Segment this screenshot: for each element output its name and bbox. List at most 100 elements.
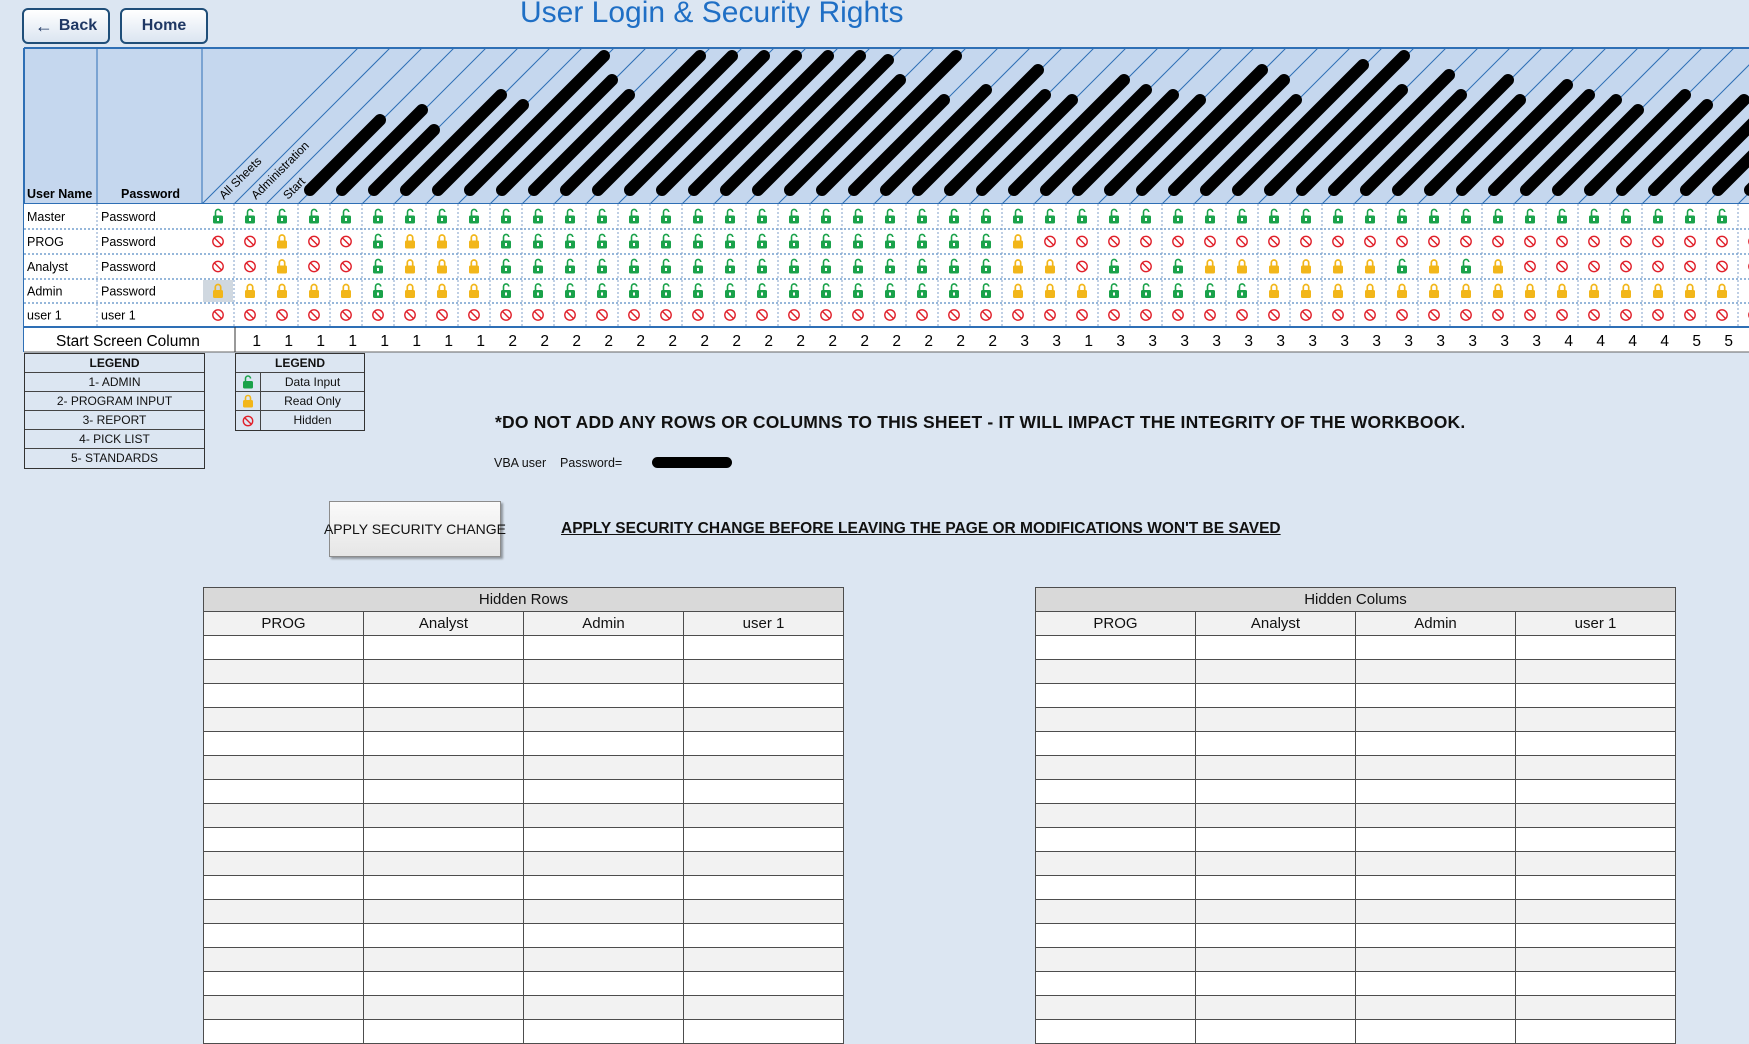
table-cell[interactable] — [1036, 972, 1196, 996]
table-cell[interactable] — [684, 972, 844, 996]
start-screen-value[interactable]: 2 — [508, 333, 517, 350]
table-cell[interactable] — [1516, 948, 1676, 972]
table-cell[interactable] — [1036, 660, 1196, 684]
table-cell[interactable] — [1516, 636, 1676, 660]
table-cell[interactable] — [524, 876, 684, 900]
start-screen-value[interactable]: 1 — [476, 333, 485, 350]
table-cell[interactable] — [364, 1020, 524, 1044]
start-screen-value[interactable]: 2 — [988, 333, 997, 350]
password-cell[interactable]: Password — [101, 210, 156, 224]
table-cell[interactable] — [1196, 948, 1356, 972]
table-cell[interactable] — [524, 972, 684, 996]
table-cell[interactable] — [364, 948, 524, 972]
start-screen-value[interactable]: 4 — [1628, 333, 1637, 350]
table-cell[interactable] — [524, 636, 684, 660]
table-cell[interactable] — [364, 804, 524, 828]
table-cell[interactable] — [364, 732, 524, 756]
table-cell[interactable] — [204, 852, 364, 876]
start-screen-value[interactable]: 3 — [1404, 333, 1413, 350]
table-cell[interactable] — [1196, 972, 1356, 996]
start-screen-value[interactable]: 5 — [1724, 333, 1733, 350]
start-screen-value[interactable]: 4 — [1564, 333, 1573, 350]
table-cell[interactable] — [1036, 828, 1196, 852]
table-cell[interactable] — [1036, 756, 1196, 780]
table-cell[interactable] — [1516, 972, 1676, 996]
table-cell[interactable] — [204, 972, 364, 996]
table-cell[interactable] — [524, 828, 684, 852]
start-screen-value[interactable]: 3 — [1468, 333, 1477, 350]
start-screen-value[interactable]: 1 — [380, 333, 389, 350]
start-screen-value[interactable]: 2 — [892, 333, 901, 350]
table-cell[interactable] — [1036, 876, 1196, 900]
table-cell[interactable] — [1196, 660, 1356, 684]
table-cell[interactable] — [1356, 804, 1516, 828]
start-screen-value[interactable]: 3 — [1020, 333, 1029, 350]
table-cell[interactable] — [524, 732, 684, 756]
start-screen-value[interactable]: 3 — [1372, 333, 1381, 350]
start-screen-value[interactable]: 2 — [604, 333, 613, 350]
start-screen-value[interactable]: 3 — [1180, 333, 1189, 350]
table-cell[interactable] — [364, 708, 524, 732]
table-cell[interactable] — [1356, 948, 1516, 972]
start-screen-value[interactable]: 1 — [316, 333, 325, 350]
table-cell[interactable] — [364, 900, 524, 924]
table-cell[interactable] — [1036, 780, 1196, 804]
start-screen-value[interactable]: 2 — [924, 333, 933, 350]
start-screen-value[interactable]: 2 — [636, 333, 645, 350]
table-cell[interactable] — [684, 900, 844, 924]
start-screen-value[interactable]: 1 — [284, 333, 293, 350]
table-cell[interactable] — [1196, 996, 1356, 1020]
start-screen-value[interactable]: 4 — [1660, 333, 1669, 350]
table-cell[interactable] — [1356, 636, 1516, 660]
table-cell[interactable] — [1196, 900, 1356, 924]
table-cell[interactable] — [1516, 924, 1676, 948]
table-cell[interactable] — [1356, 828, 1516, 852]
table-cell[interactable] — [204, 636, 364, 660]
table-cell[interactable] — [684, 708, 844, 732]
table-cell[interactable] — [1196, 636, 1356, 660]
table-cell[interactable] — [1356, 780, 1516, 804]
table-cell[interactable] — [684, 780, 844, 804]
table-cell[interactable] — [1356, 732, 1516, 756]
table-cell[interactable] — [1516, 780, 1676, 804]
password-cell[interactable]: user 1 — [101, 309, 136, 323]
start-screen-value[interactable]: 2 — [796, 333, 805, 350]
table-cell[interactable] — [204, 996, 364, 1020]
table-cell[interactable] — [1356, 972, 1516, 996]
table-cell[interactable] — [204, 804, 364, 828]
table-cell[interactable] — [1196, 780, 1356, 804]
table-cell[interactable] — [684, 996, 844, 1020]
table-cell[interactable] — [684, 756, 844, 780]
table-cell[interactable] — [524, 804, 684, 828]
table-cell[interactable] — [204, 876, 364, 900]
table-cell[interactable] — [524, 1020, 684, 1044]
start-screen-value[interactable]: 3 — [1052, 333, 1061, 350]
start-screen-value[interactable]: 5 — [1692, 333, 1701, 350]
table-cell[interactable] — [1196, 732, 1356, 756]
table-cell[interactable] — [1196, 684, 1356, 708]
start-screen-value[interactable]: 2 — [668, 333, 677, 350]
table-cell[interactable] — [364, 636, 524, 660]
table-cell[interactable] — [1516, 732, 1676, 756]
table-cell[interactable] — [684, 684, 844, 708]
table-cell[interactable] — [1516, 876, 1676, 900]
start-screen-value[interactable]: 1 — [1084, 333, 1093, 350]
table-cell[interactable] — [204, 684, 364, 708]
start-screen-value[interactable]: 3 — [1212, 333, 1221, 350]
table-cell[interactable] — [684, 636, 844, 660]
table-cell[interactable] — [1516, 660, 1676, 684]
start-screen-value[interactable]: 2 — [700, 333, 709, 350]
table-cell[interactable] — [684, 1020, 844, 1044]
table-cell[interactable] — [1516, 852, 1676, 876]
user-name-cell[interactable]: Analyst — [27, 260, 69, 274]
table-cell[interactable] — [524, 996, 684, 1020]
table-cell[interactable] — [1356, 900, 1516, 924]
table-cell[interactable] — [364, 756, 524, 780]
table-cell[interactable] — [684, 876, 844, 900]
table-cell[interactable] — [1356, 708, 1516, 732]
start-screen-value[interactable]: 4 — [1596, 333, 1605, 350]
user-name-cell[interactable]: PROG — [27, 235, 64, 249]
table-cell[interactable] — [1516, 756, 1676, 780]
table-cell[interactable] — [1516, 1020, 1676, 1044]
table-cell[interactable] — [1036, 708, 1196, 732]
